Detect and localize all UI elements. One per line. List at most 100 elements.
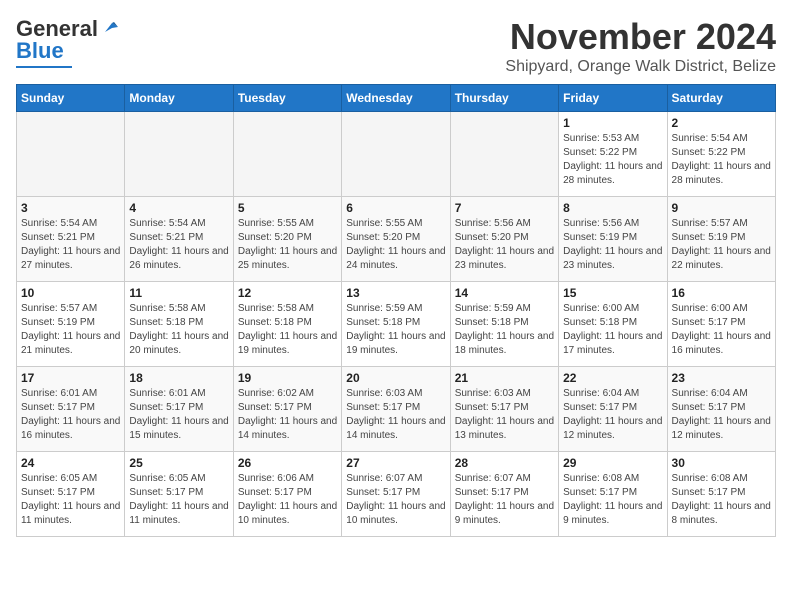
week-row: 3 Sunrise: 5:54 AMSunset: 5:21 PMDaylight… <box>17 197 776 282</box>
day-info: Sunrise: 6:07 AMSunset: 5:17 PMDaylight:… <box>455 472 554 528</box>
calendar-cell: 9 Sunrise: 5:57 AMSunset: 5:19 PMDaylight… <box>667 197 775 282</box>
day-info: Sunrise: 5:59 AMSunset: 5:18 PMDaylight:… <box>346 302 445 358</box>
calendar-cell: 22Sunrise: 6:04 AMSunset: 5:17 PMDayligh… <box>559 367 667 452</box>
calendar-cell: 21 Sunrise: 6:03 AMSunset: 5:17 PMDayligh… <box>450 367 558 452</box>
week-row: 10Sunrise: 5:57 AMSunset: 5:19 PMDayligh… <box>17 282 776 367</box>
day-info: Sunrise: 6:00 AMSunset: 5:18 PMDaylight:… <box>563 302 662 358</box>
day-info: Sunrise: 5:54 AMSunset: 5:21 PMDaylight:… <box>129 217 228 273</box>
day-number: 4 <box>129 201 228 215</box>
day-number: 21 <box>455 371 554 385</box>
title-section: November 2024 Shipyard, Orange Walk Dist… <box>505 16 776 76</box>
calendar-cell: 13 Sunrise: 5:59 AMSunset: 5:18 PMDayligh… <box>342 282 450 367</box>
logo-underline <box>16 66 72 68</box>
calendar-cell <box>450 112 558 197</box>
calendar-cell: 18Sunrise: 6:01 AMSunset: 5:17 PMDayligh… <box>125 367 233 452</box>
day-number: 20 <box>346 371 445 385</box>
calendar-cell: 27 Sunrise: 6:07 AMSunset: 5:17 PMDayligh… <box>342 452 450 537</box>
calendar-cell <box>233 112 341 197</box>
header-row: SundayMondayTuesdayWednesdayThursdayFrid… <box>17 85 776 112</box>
day-info: Sunrise: 5:54 AMSunset: 5:21 PMDaylight:… <box>21 217 120 273</box>
calendar-cell: 29 Sunrise: 6:08 AMSunset: 5:17 PMDayligh… <box>559 452 667 537</box>
calendar-cell: 6 Sunrise: 5:55 AMSunset: 5:20 PMDaylight… <box>342 197 450 282</box>
day-number: 1 <box>563 116 662 130</box>
calendar-cell: 30Sunrise: 6:08 AMSunset: 5:17 PMDayligh… <box>667 452 775 537</box>
day-header-wednesday: Wednesday <box>342 85 450 112</box>
day-info: Sunrise: 5:56 AMSunset: 5:20 PMDaylight:… <box>455 217 554 273</box>
day-number: 7 <box>455 201 554 215</box>
calendar-cell: 5 Sunrise: 5:55 AMSunset: 5:20 PMDaylight… <box>233 197 341 282</box>
calendar-cell: 8 Sunrise: 5:56 AMSunset: 5:19 PMDaylight… <box>559 197 667 282</box>
page-header: General Blue November 2024 Shipyard, Ora… <box>16 16 776 76</box>
day-info: Sunrise: 6:03 AMSunset: 5:17 PMDaylight:… <box>455 387 554 443</box>
calendar-cell: 14Sunrise: 5:59 AMSunset: 5:18 PMDayligh… <box>450 282 558 367</box>
logo: General Blue <box>16 16 118 68</box>
day-info: Sunrise: 6:03 AMSunset: 5:17 PMDaylight:… <box>346 387 445 443</box>
day-header-sunday: Sunday <box>17 85 125 112</box>
calendar-cell: 1Sunrise: 5:53 AMSunset: 5:22 PMDaylight… <box>559 112 667 197</box>
calendar-cell: 24 Sunrise: 6:05 AMSunset: 5:17 PMDayligh… <box>17 452 125 537</box>
calendar-cell: 16Sunrise: 6:00 AMSunset: 5:17 PMDayligh… <box>667 282 775 367</box>
day-info: Sunrise: 5:58 AMSunset: 5:18 PMDaylight:… <box>129 302 228 358</box>
day-number: 25 <box>129 456 228 470</box>
day-number: 3 <box>21 201 120 215</box>
day-number: 19 <box>238 371 337 385</box>
calendar-cell <box>342 112 450 197</box>
day-number: 8 <box>563 201 662 215</box>
day-info: Sunrise: 6:08 AMSunset: 5:17 PMDaylight:… <box>563 472 662 528</box>
calendar-cell: 23 Sunrise: 6:04 AMSunset: 5:17 PMDayligh… <box>667 367 775 452</box>
week-row: 17Sunrise: 6:01 AMSunset: 5:17 PMDayligh… <box>17 367 776 452</box>
day-number: 12 <box>238 286 337 300</box>
day-number: 29 <box>563 456 662 470</box>
calendar-cell: 2Sunrise: 5:54 AMSunset: 5:22 PMDaylight… <box>667 112 775 197</box>
calendar-cell: 15 Sunrise: 6:00 AMSunset: 5:18 PMDayligh… <box>559 282 667 367</box>
location: Shipyard, Orange Walk District, Belize <box>505 58 776 76</box>
day-number: 23 <box>672 371 771 385</box>
day-header-saturday: Saturday <box>667 85 775 112</box>
day-info: Sunrise: 5:57 AMSunset: 5:19 PMDaylight:… <box>672 217 771 273</box>
week-row: 1Sunrise: 5:53 AMSunset: 5:22 PMDaylight… <box>17 112 776 197</box>
day-info: Sunrise: 6:05 AMSunset: 5:17 PMDaylight:… <box>21 472 120 528</box>
day-header-friday: Friday <box>559 85 667 112</box>
day-info: Sunrise: 6:04 AMSunset: 5:17 PMDaylight:… <box>563 387 662 443</box>
day-number: 10 <box>21 286 120 300</box>
calendar-cell: 17Sunrise: 6:01 AMSunset: 5:17 PMDayligh… <box>17 367 125 452</box>
logo-blue: Blue <box>16 38 64 64</box>
day-header-tuesday: Tuesday <box>233 85 341 112</box>
day-number: 13 <box>346 286 445 300</box>
calendar-cell: 20 Sunrise: 6:03 AMSunset: 5:17 PMDayligh… <box>342 367 450 452</box>
day-info: Sunrise: 6:02 AMSunset: 5:17 PMDaylight:… <box>238 387 337 443</box>
calendar-cell: 25Sunrise: 6:05 AMSunset: 5:17 PMDayligh… <box>125 452 233 537</box>
day-info: Sunrise: 6:01 AMSunset: 5:17 PMDaylight:… <box>129 387 228 443</box>
calendar-cell: 3 Sunrise: 5:54 AMSunset: 5:21 PMDaylight… <box>17 197 125 282</box>
day-number: 24 <box>21 456 120 470</box>
day-number: 5 <box>238 201 337 215</box>
day-info: Sunrise: 5:55 AMSunset: 5:20 PMDaylight:… <box>238 217 337 273</box>
calendar-cell <box>125 112 233 197</box>
day-info: Sunrise: 5:56 AMSunset: 5:19 PMDaylight:… <box>563 217 662 273</box>
day-number: 27 <box>346 456 445 470</box>
day-info: Sunrise: 6:07 AMSunset: 5:17 PMDaylight:… <box>346 472 445 528</box>
day-header-thursday: Thursday <box>450 85 558 112</box>
day-info: Sunrise: 6:01 AMSunset: 5:17 PMDaylight:… <box>21 387 120 443</box>
calendar-cell: 19 Sunrise: 6:02 AMSunset: 5:17 PMDayligh… <box>233 367 341 452</box>
calendar-cell: 12Sunrise: 5:58 AMSunset: 5:18 PMDayligh… <box>233 282 341 367</box>
day-info: Sunrise: 6:06 AMSunset: 5:17 PMDaylight:… <box>238 472 337 528</box>
day-header-monday: Monday <box>125 85 233 112</box>
calendar-cell <box>17 112 125 197</box>
day-number: 11 <box>129 286 228 300</box>
calendar-cell: 26 Sunrise: 6:06 AMSunset: 5:17 PMDayligh… <box>233 452 341 537</box>
calendar-body: 1Sunrise: 5:53 AMSunset: 5:22 PMDaylight… <box>17 112 776 537</box>
day-number: 9 <box>672 201 771 215</box>
day-info: Sunrise: 6:08 AMSunset: 5:17 PMDaylight:… <box>672 472 771 528</box>
calendar-cell: 4 Sunrise: 5:54 AMSunset: 5:21 PMDaylight… <box>125 197 233 282</box>
day-number: 28 <box>455 456 554 470</box>
calendar-cell: 10Sunrise: 5:57 AMSunset: 5:19 PMDayligh… <box>17 282 125 367</box>
day-number: 15 <box>563 286 662 300</box>
day-number: 6 <box>346 201 445 215</box>
day-info: Sunrise: 5:55 AMSunset: 5:20 PMDaylight:… <box>346 217 445 273</box>
day-info: Sunrise: 5:59 AMSunset: 5:18 PMDaylight:… <box>455 302 554 358</box>
day-number: 26 <box>238 456 337 470</box>
calendar: SundayMondayTuesdayWednesdayThursdayFrid… <box>16 84 776 537</box>
day-info: Sunrise: 6:04 AMSunset: 5:17 PMDaylight:… <box>672 387 771 443</box>
calendar-header: SundayMondayTuesdayWednesdayThursdayFrid… <box>17 85 776 112</box>
